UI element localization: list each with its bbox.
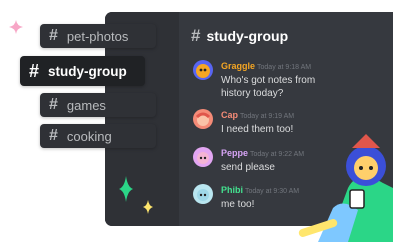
channel-header: # study-group (191, 26, 288, 46)
channel-name: pet-photos (66, 28, 129, 44)
avatar[interactable] (193, 147, 213, 167)
avatar[interactable] (193, 60, 213, 80)
author-name[interactable]: Peppe (221, 148, 248, 158)
yellow-sparkle-icon (143, 200, 153, 214)
channel-title: study-group (206, 28, 289, 44)
author-name[interactable]: Cap (221, 110, 238, 120)
author-name[interactable]: Graggle (221, 61, 255, 71)
channel-cooking[interactable]: # cooking (40, 124, 156, 148)
channel-name: study-group (48, 63, 127, 79)
avatar[interactable] (193, 184, 213, 204)
message-text: Who's got notes from (221, 75, 316, 86)
message-text: I need them too! (221, 124, 294, 135)
message: Phibi Today at 9:30 AM me too! (193, 184, 299, 211)
timestamp: Today at 9:18 AM (257, 64, 312, 71)
hash-icon: # (191, 26, 201, 45)
hash-icon: # (49, 127, 58, 144)
message: Cap Today at 9:19 AM I need them too! (193, 109, 294, 136)
channel-study-group[interactable]: # study-group (20, 56, 145, 86)
channel-pet-photos[interactable]: # pet-photos (40, 24, 156, 48)
hash-icon: # (49, 96, 58, 113)
pink-sparkle-icon (9, 20, 23, 34)
message-text: history today? (221, 88, 284, 99)
author-name[interactable]: Phibi (221, 185, 243, 195)
hash-icon: # (29, 60, 40, 81)
message: Graggle Today at 9:18 AM Who's got notes … (193, 60, 315, 100)
timestamp: Today at 9:19 AM (240, 113, 295, 120)
channel-name: cooking (66, 128, 112, 144)
green-sparkle-icon (119, 176, 133, 202)
channel-games[interactable]: # games (40, 93, 156, 117)
channel-name: games (66, 97, 106, 113)
avatar[interactable] (193, 109, 213, 129)
mascot-illustration (298, 134, 393, 242)
hash-icon: # (49, 27, 58, 44)
